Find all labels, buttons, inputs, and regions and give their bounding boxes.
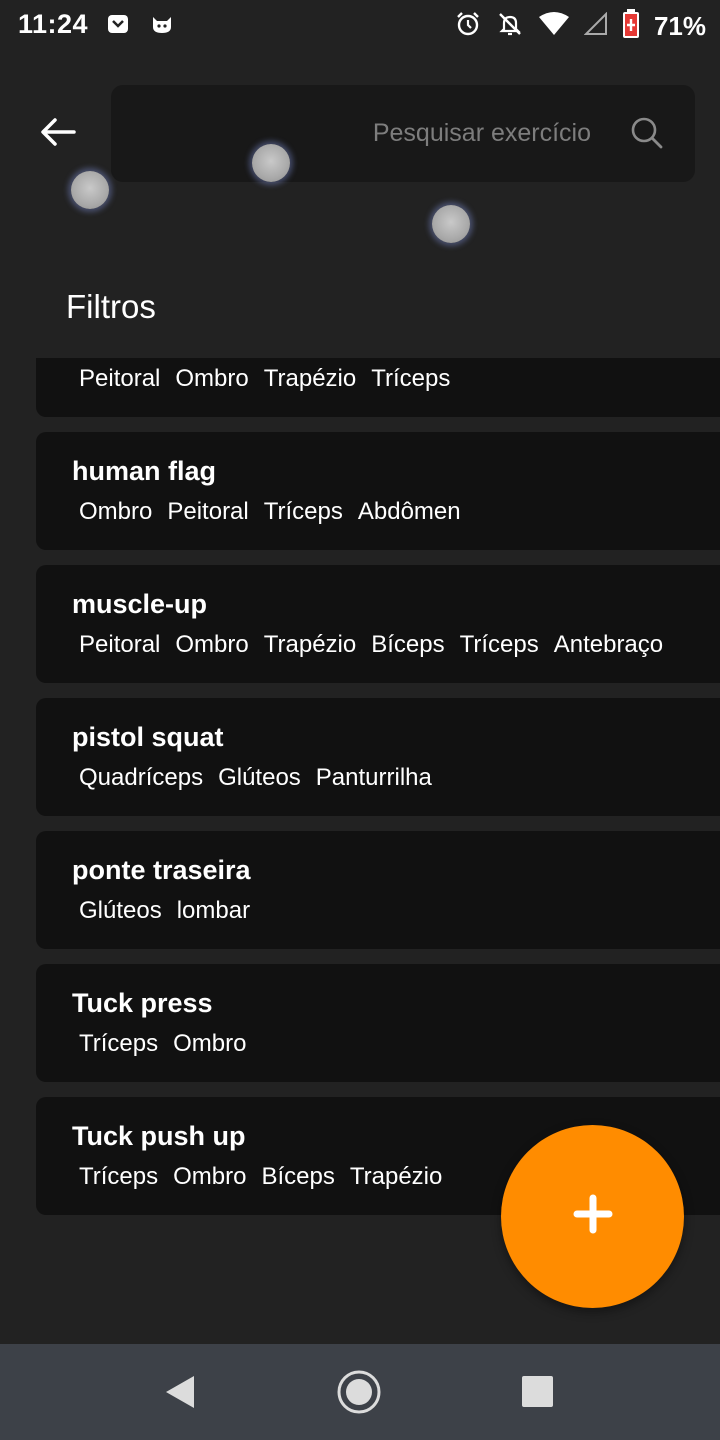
alarm-icon <box>454 10 482 43</box>
signal-icon <box>583 11 608 41</box>
muscle-tags: Tríceps Ombro <box>79 1030 261 1058</box>
filters-title: Filtros <box>66 288 156 325</box>
nav-back-icon[interactable] <box>158 1372 198 1417</box>
search-placeholder: Pesquisar exercício <box>372 119 591 147</box>
muscle-tag: Glúteos <box>218 764 301 791</box>
muscle-tag: Peitoral <box>79 365 161 392</box>
plus-icon <box>573 1194 613 1239</box>
exercise-card[interactable]: Peitoral Ombro Trapézio Tríceps <box>36 358 720 417</box>
search-input[interactable]: Pesquisar exercício <box>111 85 695 182</box>
muscle-tags: Glúteos lombar <box>79 897 265 925</box>
wifi-icon <box>538 11 570 42</box>
muscle-tag: Bíceps <box>371 631 445 658</box>
nav-recents-icon[interactable] <box>522 1376 553 1407</box>
touch-indicator <box>432 205 470 243</box>
muscle-tag: Antebraço <box>553 631 664 658</box>
touch-indicator <box>252 144 290 182</box>
muscle-tag: Ombro <box>79 498 153 525</box>
muscle-tag: Tríceps <box>459 631 539 658</box>
muscle-tag: Quadríceps <box>79 764 204 791</box>
muscle-tag: Ombro <box>173 1163 247 1190</box>
battery-icon <box>622 9 640 44</box>
touch-indicator <box>71 171 109 209</box>
muscle-tag: Peitoral <box>79 631 161 658</box>
muscle-tag: Peitoral <box>167 498 249 525</box>
muscle-tag: Glúteos <box>79 897 162 924</box>
cat-icon <box>150 12 174 41</box>
muscle-tag: Ombro <box>175 365 249 392</box>
muscle-tag: Abdômen <box>357 498 461 525</box>
muscle-tag: Panturrilha <box>315 764 432 791</box>
muscle-tag: Ombro <box>173 1030 247 1057</box>
nav-home-icon[interactable] <box>336 1369 382 1420</box>
muscle-tag: Tríceps <box>371 365 451 392</box>
muscle-tag: Tríceps <box>263 498 343 525</box>
add-exercise-button[interactable] <box>501 1125 684 1308</box>
exercise-name: muscle-up <box>72 589 208 619</box>
exercise-card[interactable]: ponte traseira Glúteos lombar <box>36 831 720 949</box>
status-bar: 11:24 71% <box>0 0 720 50</box>
muscle-tag: lombar <box>176 897 251 924</box>
muscle-tags: Quadríceps Glúteos Panturrilha <box>79 764 447 792</box>
exercise-card[interactable]: pistol squat Quadríceps Glúteos Panturri… <box>36 698 720 816</box>
battery-percent: 71% <box>653 11 706 41</box>
muscle-tags: Ombro Peitoral Tríceps Abdômen <box>79 498 476 526</box>
back-arrow-icon <box>40 117 76 152</box>
muscle-tags: Peitoral Ombro Trapézio Tríceps <box>79 365 465 393</box>
exercise-name: Tuck press <box>72 988 213 1018</box>
exercise-card[interactable]: human flag Ombro Peitoral Tríceps Abdôme… <box>36 432 720 550</box>
muscle-tags: Tríceps Ombro Bíceps Trapézio <box>79 1163 457 1191</box>
mute-icon <box>496 10 524 43</box>
muscle-tag: Trapézio <box>263 365 357 392</box>
muscle-tag: Tríceps <box>79 1030 159 1057</box>
exercise-name: ponte traseira <box>72 855 251 885</box>
exercise-card[interactable]: Tuck press Tríceps Ombro <box>36 964 720 1082</box>
exercise-name: Tuck push up <box>72 1121 246 1151</box>
status-time: 11:24 <box>18 9 89 39</box>
exercise-name: human flag <box>72 456 217 486</box>
back-button[interactable] <box>34 110 82 158</box>
exercise-name: pistol squat <box>72 722 224 752</box>
search-icon[interactable] <box>629 115 665 156</box>
muscle-tag: Trapézio <box>263 631 357 658</box>
muscle-tag: Trapézio <box>349 1163 443 1190</box>
nav-bar <box>0 1344 720 1440</box>
muscle-tag: Tríceps <box>79 1163 159 1190</box>
muscle-tag: Bíceps <box>261 1163 335 1190</box>
muscle-tags: Peitoral Ombro Trapézio Bíceps Tríceps A… <box>79 631 678 659</box>
muscle-tag: Ombro <box>175 631 249 658</box>
notification-icon <box>106 12 130 41</box>
exercise-card[interactable]: muscle-up Peitoral Ombro Trapézio Bíceps… <box>36 565 720 683</box>
